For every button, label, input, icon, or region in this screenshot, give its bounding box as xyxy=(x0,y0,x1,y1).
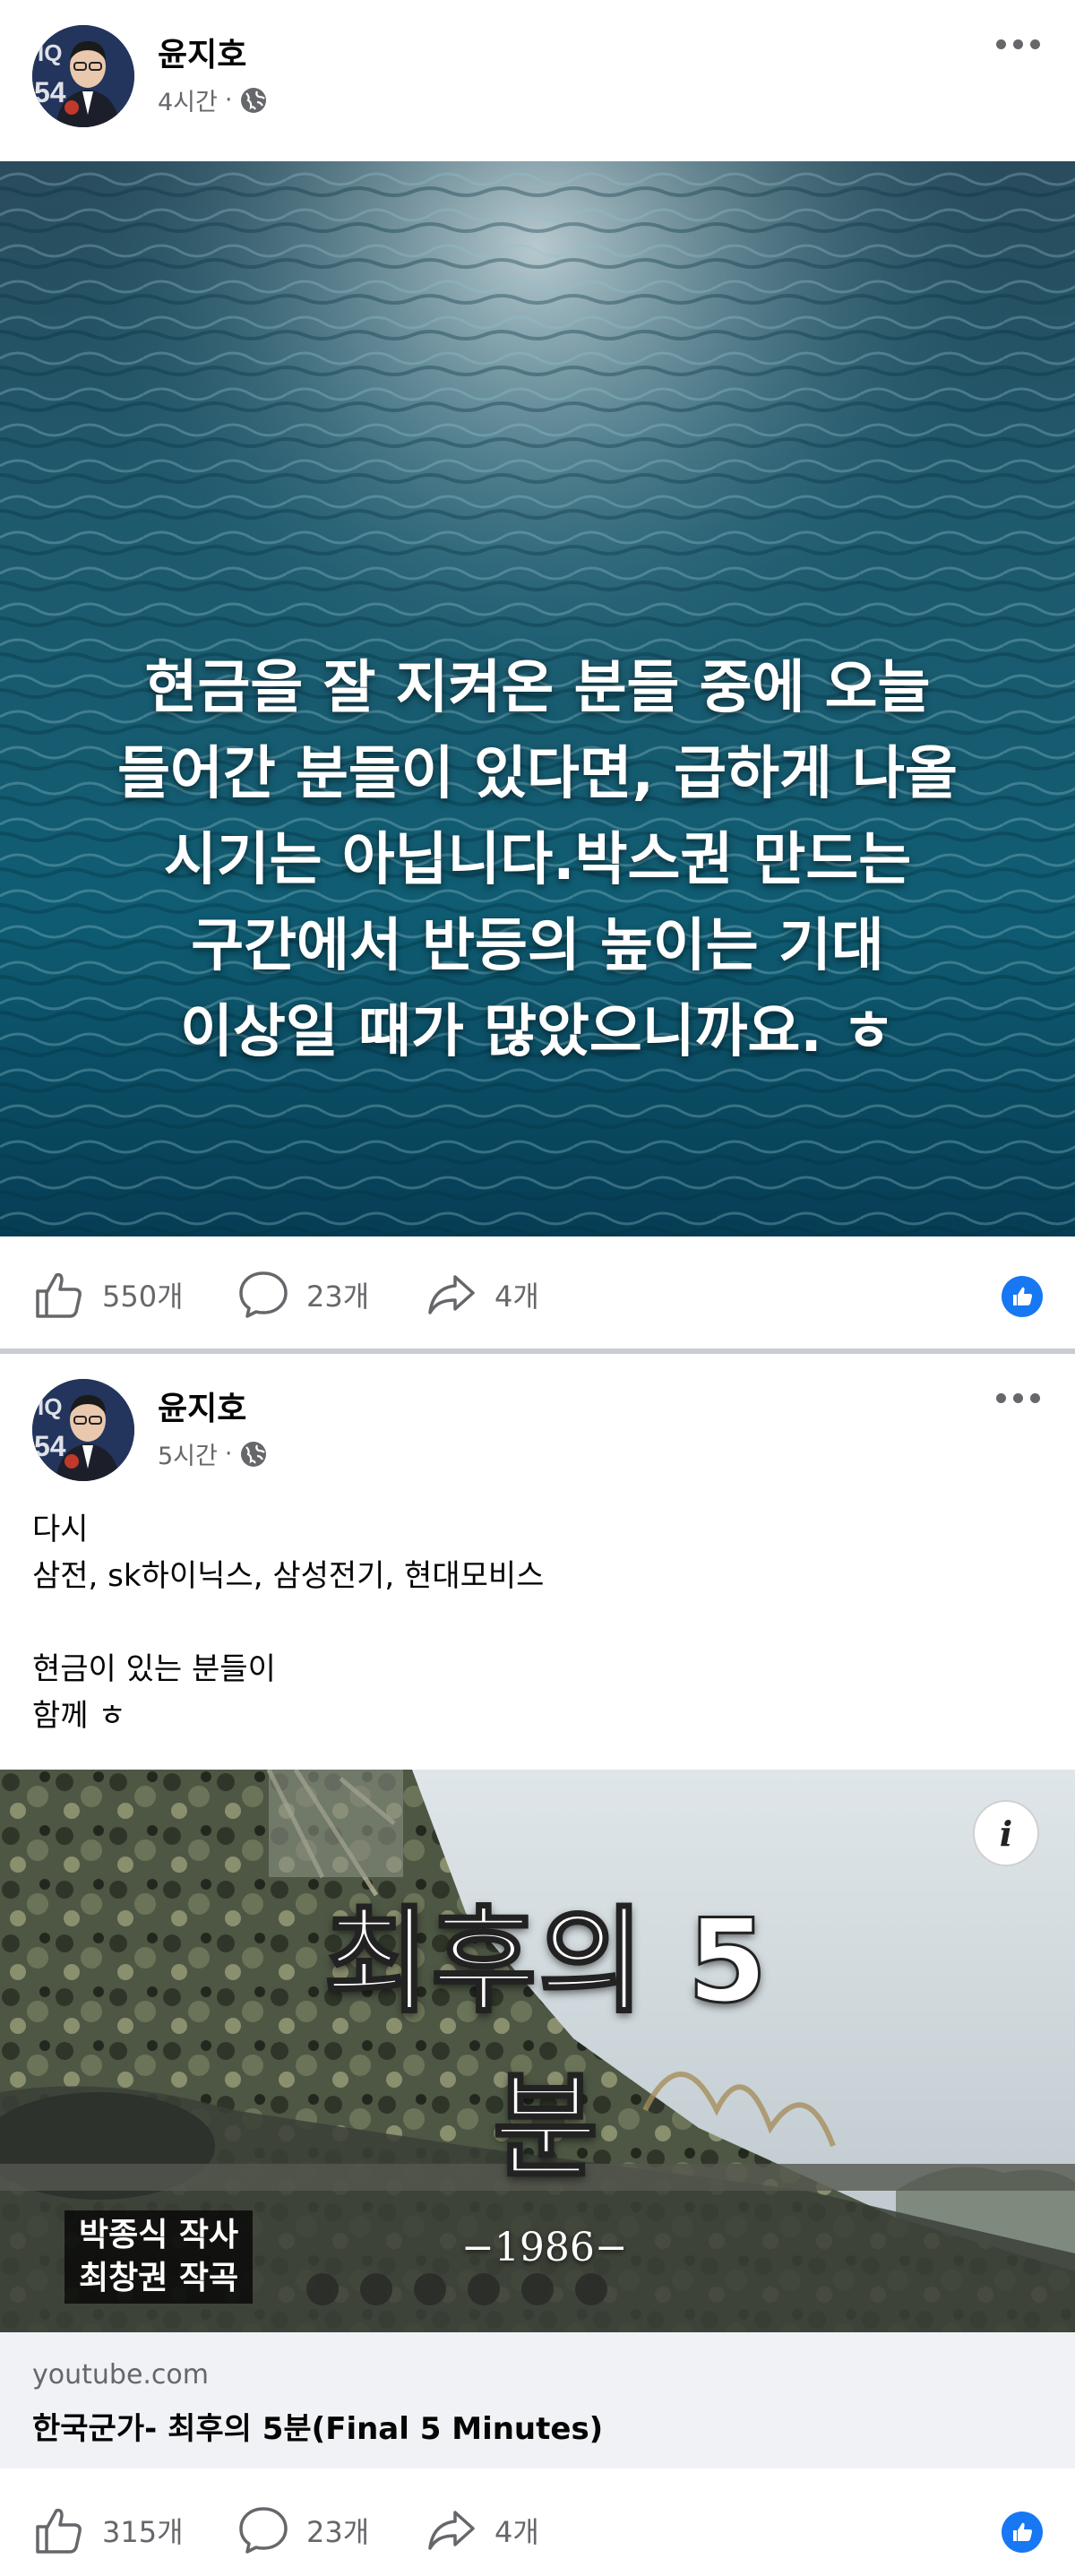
comment-count: 23개 xyxy=(306,1279,370,1314)
post-time[interactable]: 5시간 xyxy=(158,1436,218,1471)
meta-separator: · xyxy=(224,86,233,114)
video-overlay-title: 최후의 5분 xyxy=(322,1894,770,2196)
comment-icon xyxy=(239,2507,288,2554)
link-domain: youtube.com xyxy=(32,2359,210,2391)
author-name[interactable]: 윤지호 xyxy=(158,29,246,75)
post-2: IQ 54 윤지호 5시간 · 다시 삼전, sk하이닉스, 삼성전기, 현대모… xyxy=(0,1354,1075,2576)
like-button[interactable]: 550개 xyxy=(32,1245,184,1344)
svg-text:IQ: IQ xyxy=(38,39,62,66)
video-credit: 박종식 작사 최창권 작곡 xyxy=(64,2210,254,2304)
svg-text:54: 54 xyxy=(34,76,66,108)
author-name[interactable]: 윤지호 xyxy=(158,1383,246,1429)
comment-button[interactable]: 23개 xyxy=(236,1245,369,1344)
comment-button[interactable]: 23개 xyxy=(236,2481,369,2576)
like-count: 315개 xyxy=(102,2515,184,2549)
svg-text:IQ: IQ xyxy=(38,1393,62,1420)
share-icon xyxy=(428,2511,475,2550)
video-year: −1986− xyxy=(461,2225,628,2270)
share-button[interactable]: 4개 xyxy=(425,2481,539,2576)
like-icon xyxy=(36,1272,82,1318)
reaction-like-icon[interactable] xyxy=(1002,2511,1043,2553)
more-options-button[interactable] xyxy=(993,30,1043,57)
post-header: IQ 54 윤지호 5시간 · xyxy=(0,1354,1075,1488)
reaction-like-icon[interactable] xyxy=(1002,1276,1043,1317)
like-icon xyxy=(36,2508,82,2554)
globe-icon xyxy=(241,87,267,113)
more-options-button[interactable] xyxy=(993,1384,1043,1411)
avatar[interactable]: IQ 54 xyxy=(32,25,134,127)
post-image[interactable]: 현금을 잘 지켜온 분들 중에 오늘 들어간 분들이 있다면, 급하게 나올 시… xyxy=(0,161,1075,1236)
post-header: IQ 54 윤지호 4시간 · xyxy=(0,0,1075,134)
image-overlay-text: 현금을 잘 지켜온 분들 중에 오늘 들어간 분들이 있다면, 급하게 나올 시… xyxy=(117,655,958,1065)
like-count: 550개 xyxy=(102,1279,184,1314)
link-preview[interactable]: youtube.com 한국군가- 최후의 5분(Final 5 Minutes… xyxy=(0,2332,1075,2468)
comment-icon xyxy=(239,1271,288,1318)
meta-separator: · xyxy=(224,1440,233,1468)
globe-icon xyxy=(241,1441,267,1467)
post-time[interactable]: 4시간 xyxy=(158,82,218,117)
more-icon xyxy=(995,1392,1006,1403)
info-icon[interactable]: i xyxy=(973,1800,1039,1866)
link-title[interactable]: 한국군가- 최후의 5분(Final 5 Minutes) xyxy=(32,2404,603,2448)
post-meta: 4시간 · xyxy=(158,82,268,117)
share-button[interactable]: 4개 xyxy=(425,1245,539,1344)
post-1: IQ 54 윤지호 4시간 · 현금을 잘 지켜온 분들 중에 오늘 들어간 분… xyxy=(0,0,1075,1348)
share-count: 4개 xyxy=(494,1279,539,1314)
video-thumbnail[interactable]: 최후의 5분 박종식 작사 최창권 작곡 −1986− i xyxy=(0,1770,1075,2332)
like-button[interactable]: 315개 xyxy=(32,2481,184,2576)
avatar[interactable]: IQ 54 xyxy=(32,1379,134,1481)
post-body-text: 다시 삼전, sk하이닉스, 삼성전기, 현대모비스 현금이 있는 분들이 함께… xyxy=(32,1512,545,1734)
comment-count: 23개 xyxy=(306,2515,370,2549)
svg-text:54: 54 xyxy=(34,1430,66,1462)
post-actions: 550개 23개 4개 xyxy=(0,1245,1075,1344)
post-meta: 5시간 · xyxy=(158,1436,268,1471)
more-icon xyxy=(995,39,1006,49)
share-count: 4개 xyxy=(494,2515,539,2549)
post-actions: 315개 23개 4개 xyxy=(0,2481,1075,2576)
share-icon xyxy=(428,1275,475,1314)
